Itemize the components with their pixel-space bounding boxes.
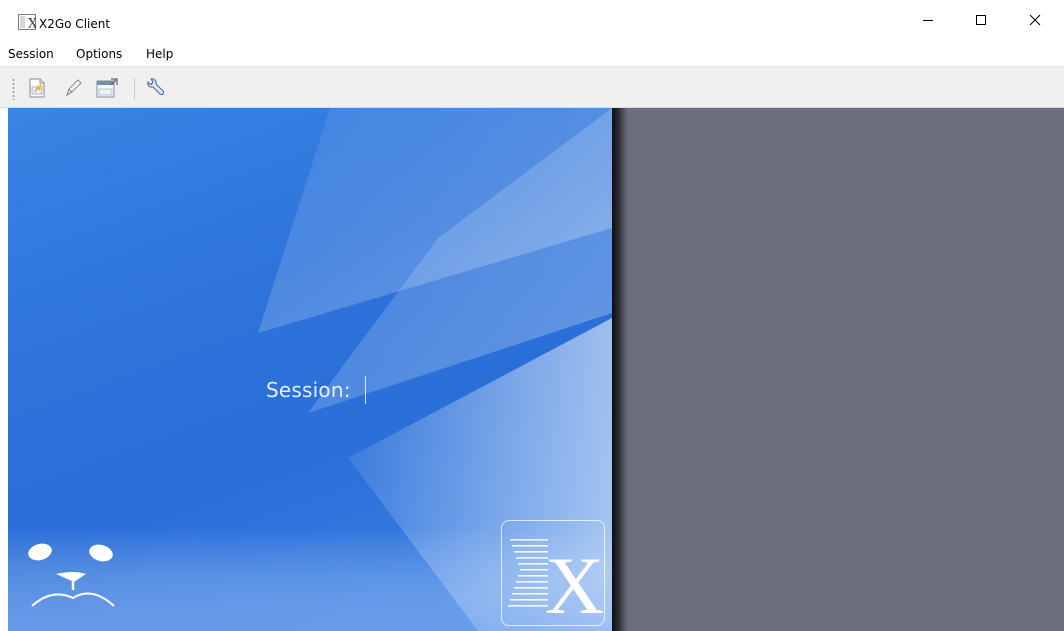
toolbar-grip[interactable] [12,78,15,100]
window-title: X2Go Client [39,17,111,31]
menu-help[interactable]: Help [146,47,173,61]
menu-options[interactable]: Options [76,47,122,61]
new-session-icon [29,78,45,98]
menu-bar: Session Options Help [0,40,1064,66]
new-session-button[interactable] [24,75,50,101]
menu-session[interactable]: Session [8,47,54,61]
maximize-icon [976,15,986,25]
maximize-button[interactable] [958,0,1004,40]
x2go-logo-icon: X [508,539,604,631]
title-bar: X X2Go Client [0,0,1064,40]
x2go-app-icon: X [18,14,36,30]
svg-text:X: X [28,17,36,31]
minimize-button[interactable] [905,0,951,40]
edit-session-button[interactable] [60,75,86,101]
logo-letter: X [545,540,603,624]
settings-wrench-icon [147,78,165,96]
pane-divider[interactable] [612,108,628,631]
session-background-panel: Session: X [8,108,612,631]
minimize-icon [923,20,933,21]
x2go-logo: X [501,520,605,631]
session-shortcut-icon [96,78,118,98]
sessions-list-panel [628,108,1064,631]
session-input-cursor[interactable] [365,376,366,404]
session-shortcut-button[interactable] [94,75,120,101]
settings-button[interactable] [142,75,168,101]
x2go-mascot-icon [28,543,115,607]
toolbar [0,66,1064,108]
edit-session-icon [66,79,82,97]
toolbar-separator [134,78,135,100]
close-button[interactable] [1012,0,1058,40]
session-label: Session: [266,378,351,402]
close-icon [1029,14,1041,26]
